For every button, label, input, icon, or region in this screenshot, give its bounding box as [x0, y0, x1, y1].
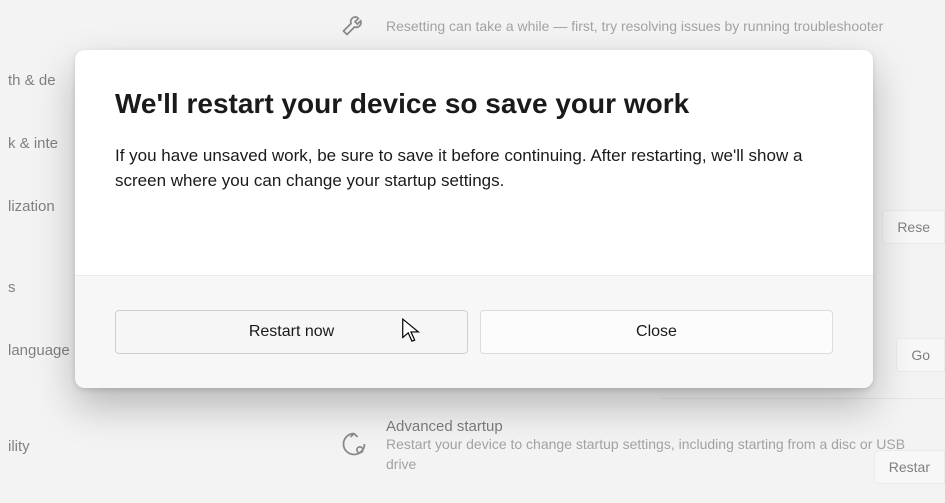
go-button-partial: Go — [896, 338, 945, 372]
restart-now-button[interactable]: Restart now — [115, 310, 468, 354]
dialog-footer: Restart now Close — [75, 275, 873, 388]
restart-confirmation-dialog: We'll restart your device so save your w… — [75, 50, 873, 388]
setting-row-troubleshooter: Resetting can take a while — first, try … — [320, 0, 945, 53]
restart-gear-icon — [340, 430, 368, 463]
sidebar-item: ility — [0, 426, 90, 467]
dialog-body: We'll restart your device so save your w… — [75, 50, 873, 275]
setting-desc: Restart your device to change startup se… — [386, 435, 925, 474]
setting-desc: Resetting can take a while — first, try … — [386, 17, 925, 37]
restart-button-partial: Restar — [874, 450, 945, 484]
close-button[interactable]: Close — [480, 310, 833, 354]
dialog-title: We'll restart your device so save your w… — [115, 88, 833, 120]
reset-button-partial: Rese — [882, 210, 945, 244]
wrench-icon — [340, 10, 368, 43]
setting-title: Advanced startup — [386, 418, 925, 435]
setting-row-advanced-startup: Advanced startup Restart your device to … — [320, 408, 945, 484]
dialog-message: If you have unsaved work, be sure to sav… — [115, 144, 815, 193]
